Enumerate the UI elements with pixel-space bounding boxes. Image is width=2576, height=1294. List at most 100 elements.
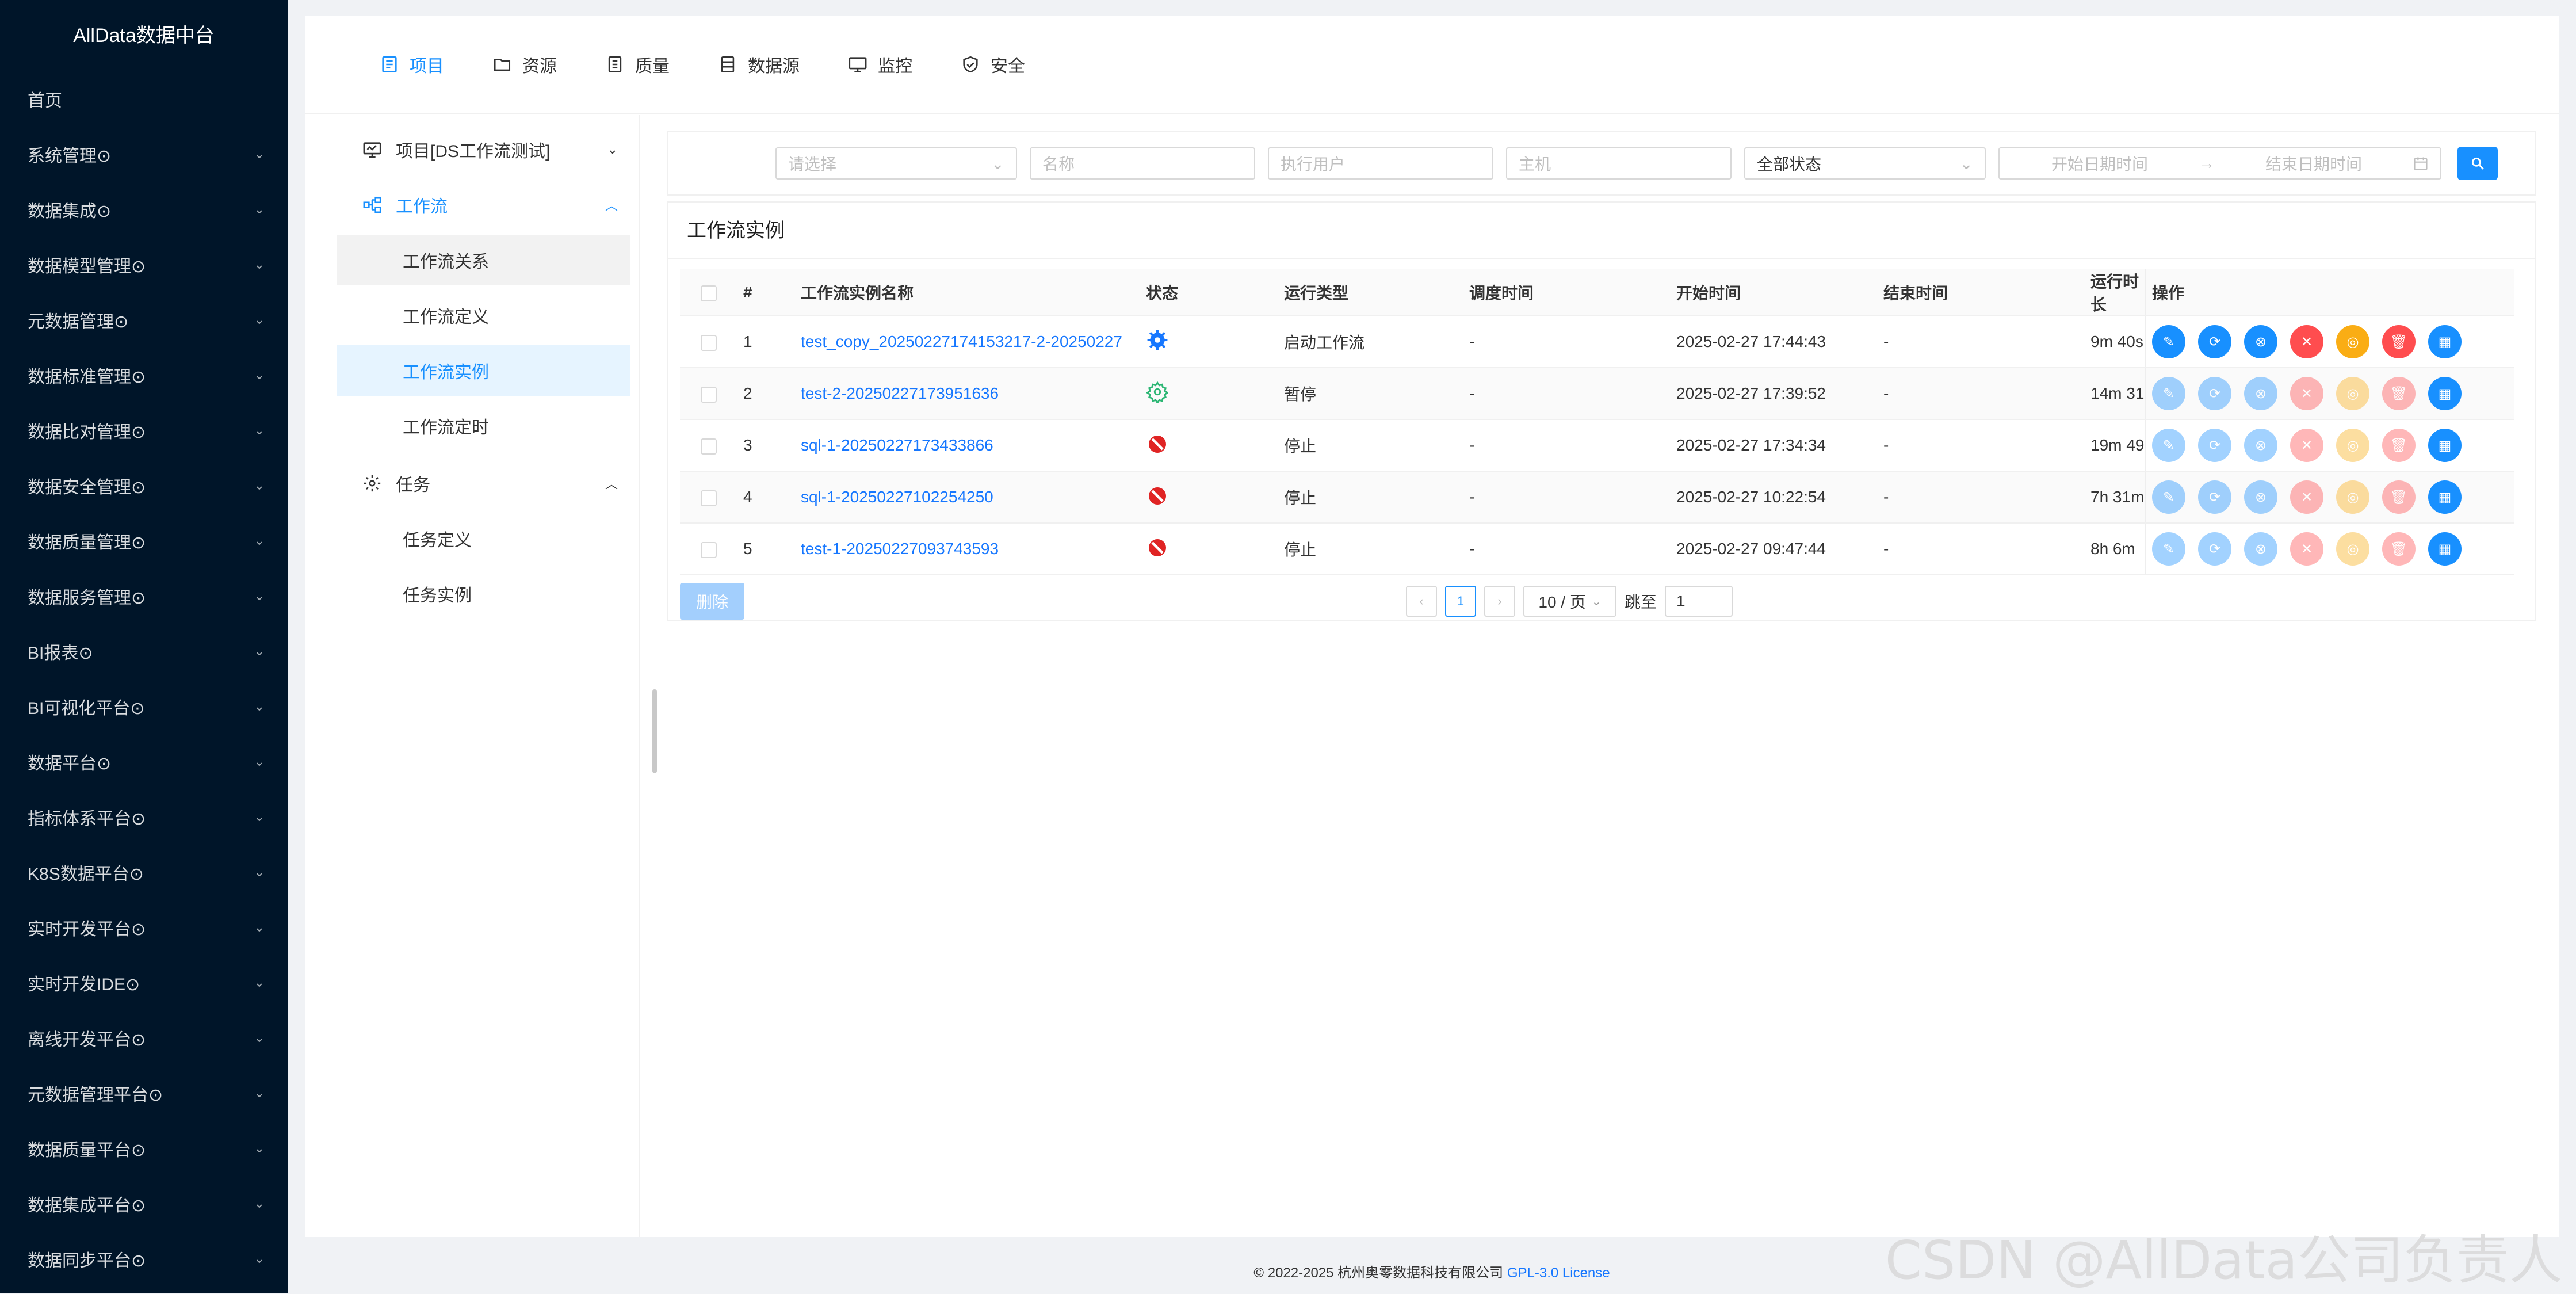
sidebar-item[interactable]: 指标体系平台⊙ ⌄ (0, 789, 288, 845)
sidebar-item[interactable]: 数据标准管理⊙ ⌄ (0, 348, 288, 403)
sidebar-item[interactable]: 数据平台⊙ ⌄ (0, 734, 288, 789)
next-page-button[interactable]: › (1484, 586, 1515, 617)
gantt-button[interactable]: ▦ (2428, 325, 2462, 358)
sidebar-item[interactable]: BI报表⊙ ⌄ (0, 624, 288, 679)
tab-database[interactable]: 数据源 (718, 52, 800, 77)
stop-button[interactable]: ✕ (2290, 429, 2323, 462)
instance-name-link[interactable]: test-2-20250227173951636 (795, 368, 1140, 420)
sidebar-item[interactable]: 首页 (0, 71, 288, 127)
executor-input[interactable]: 执行用户 (1268, 147, 1493, 180)
panel-resize-handle[interactable] (652, 689, 657, 773)
name-input[interactable]: 名称 (1030, 147, 1255, 180)
select-all-checkbox[interactable] (701, 285, 717, 301)
submenu-workflow-relation[interactable]: 工作流关系 (337, 235, 630, 285)
edit-button[interactable]: ✎ (2152, 480, 2185, 514)
stop-button[interactable]: ✕ (2290, 325, 2323, 358)
sidebar-item[interactable]: 数据集成平台⊙ ⌄ (0, 1176, 288, 1231)
prev-page-button[interactable]: ‹ (1406, 586, 1437, 617)
delete-row-button[interactable]: 🗑 (2382, 429, 2416, 462)
project-select[interactable]: 请选择 ⌄ (775, 147, 1017, 180)
rerun-button[interactable]: ⟳ (2198, 480, 2231, 514)
submenu-workflow-timing[interactable]: 工作流定时 (337, 400, 630, 451)
delete-row-button[interactable]: 🗑 (2382, 377, 2416, 410)
date-range-picker[interactable]: 开始日期时间 → 结束日期时间 (1998, 147, 2441, 180)
rerun-button[interactable]: ⟳ (2198, 532, 2231, 566)
gantt-button[interactable]: ▦ (2428, 429, 2462, 462)
search-button[interactable] (2457, 147, 2498, 180)
rerun-button[interactable]: ⟳ (2198, 377, 2231, 410)
delete-row-button[interactable]: 🗑 (2382, 480, 2416, 514)
tab-quality[interactable]: 质量 (605, 52, 670, 77)
pause-button[interactable]: ◎ (2336, 532, 2369, 566)
sidebar-item[interactable]: BI可视化平台⊙ ⌄ (0, 679, 288, 734)
instance-name-link[interactable]: test_copy_20250227174153217-2-20250227 (795, 316, 1140, 368)
page-1-button[interactable]: 1 (1445, 586, 1476, 617)
tab-monitor[interactable]: 监控 (848, 52, 912, 77)
submenu-workflow-instance[interactable]: 工作流实例 (337, 345, 630, 396)
rerun-button[interactable]: ⟳ (2198, 429, 2231, 462)
edit-button[interactable]: ✎ (2152, 429, 2185, 462)
sidebar-item[interactable]: 数据同步平台⊙ ⌄ (0, 1231, 288, 1287)
sidebar-item[interactable]: 系统管理⊙ ⌄ (0, 127, 288, 182)
instance-name-link[interactable]: sql-1-20250227102254250 (795, 471, 1140, 524)
sidebar-item[interactable]: 数据比对管理⊙ ⌄ (0, 403, 288, 458)
status-select[interactable]: 全部状态 ⌄ (1744, 147, 1986, 180)
pause-button[interactable]: ◎ (2336, 377, 2369, 410)
database-icon (721, 56, 735, 73)
submenu-task-instance[interactable]: 任务实例 (337, 568, 630, 619)
sidebar-item[interactable]: 实时开发平台⊙ ⌄ (0, 900, 288, 955)
recover-button[interactable]: ⊗ (2244, 377, 2277, 410)
tab-folder[interactable]: 资源 (492, 52, 557, 77)
pause-button[interactable]: ◎ (2336, 480, 2369, 514)
pause-button[interactable]: ◎ (2336, 325, 2369, 358)
submenu-task-definition[interactable]: 任务定义 (337, 513, 630, 564)
row-checkbox[interactable] (701, 490, 717, 506)
license-link[interactable]: GPL-3.0 License (1507, 1265, 1610, 1281)
submenu-task[interactable]: 任务 ︿ (337, 456, 630, 511)
submenu-workflow-definition[interactable]: 工作流定义 (337, 290, 630, 341)
tab-shield[interactable]: 安全 (961, 52, 1025, 77)
submenu-project[interactable]: 项目[DS工作流测试] ⌄ (337, 122, 630, 177)
page-size-select[interactable]: 10 / 页 ⌄ (1523, 586, 1616, 617)
sidebar-item[interactable]: 实时开发IDE⊙ ⌄ (0, 955, 288, 1010)
delete-row-button[interactable]: 🗑 (2382, 532, 2416, 566)
stop-button[interactable]: ✕ (2290, 480, 2323, 514)
sidebar-item[interactable]: 数据集成⊙ ⌄ (0, 182, 288, 237)
gantt-button[interactable]: ▦ (2428, 377, 2462, 410)
sidebar-item[interactable]: 数据质量平台⊙ ⌄ (0, 1121, 288, 1176)
delete-row-button[interactable]: 🗑 (2382, 325, 2416, 358)
gantt-button[interactable]: ▦ (2428, 480, 2462, 514)
row-checkbox[interactable] (701, 334, 717, 351)
sidebar-item[interactable]: 数据服务管理⊙ ⌄ (0, 568, 288, 624)
edit-button[interactable]: ✎ (2152, 532, 2185, 566)
sidebar-item[interactable]: 离线开发平台⊙ ⌄ (0, 1010, 288, 1066)
edit-button[interactable]: ✎ (2152, 325, 2185, 358)
instance-name-link[interactable]: test-1-20250227093743593 (795, 523, 1140, 575)
sidebar-item[interactable]: 数据质量管理⊙ ⌄ (0, 513, 288, 568)
sidebar-item[interactable]: 元数据管理⊙ ⌄ (0, 292, 288, 348)
pause-button[interactable]: ◎ (2336, 429, 2369, 462)
instance-name-link[interactable]: sql-1-20250227173433866 (795, 419, 1140, 472)
end-time: - (1878, 419, 2085, 472)
recover-button[interactable]: ⊗ (2244, 325, 2277, 358)
rerun-button[interactable]: ⟳ (2198, 325, 2231, 358)
sidebar-item[interactable]: K8S数据平台⊙ ⌄ (0, 845, 288, 900)
row-checkbox[interactable] (701, 541, 717, 558)
tab-project[interactable]: 项目 (380, 52, 444, 77)
edit-button[interactable]: ✎ (2152, 377, 2185, 410)
jump-input[interactable]: 1 (1665, 586, 1733, 617)
gantt-button[interactable]: ▦ (2428, 532, 2462, 566)
stop-button[interactable]: ✕ (2290, 532, 2323, 566)
row-checkbox[interactable] (701, 438, 717, 455)
sidebar-item[interactable]: 数据安全管理⊙ ⌄ (0, 458, 288, 513)
recover-button[interactable]: ⊗ (2244, 532, 2277, 566)
submenu-workflow[interactable]: 工作流 ︿ (337, 177, 630, 232)
recover-button[interactable]: ⊗ (2244, 480, 2277, 514)
delete-button[interactable]: 删除 (680, 583, 744, 620)
recover-button[interactable]: ⊗ (2244, 429, 2277, 462)
host-input[interactable]: 主机 (1506, 147, 1732, 180)
row-checkbox[interactable] (701, 386, 717, 403)
stop-button[interactable]: ✕ (2290, 377, 2323, 410)
sidebar-item[interactable]: 元数据管理平台⊙ ⌄ (0, 1066, 288, 1121)
sidebar-item[interactable]: 数据模型管理⊙ ⌄ (0, 237, 288, 292)
